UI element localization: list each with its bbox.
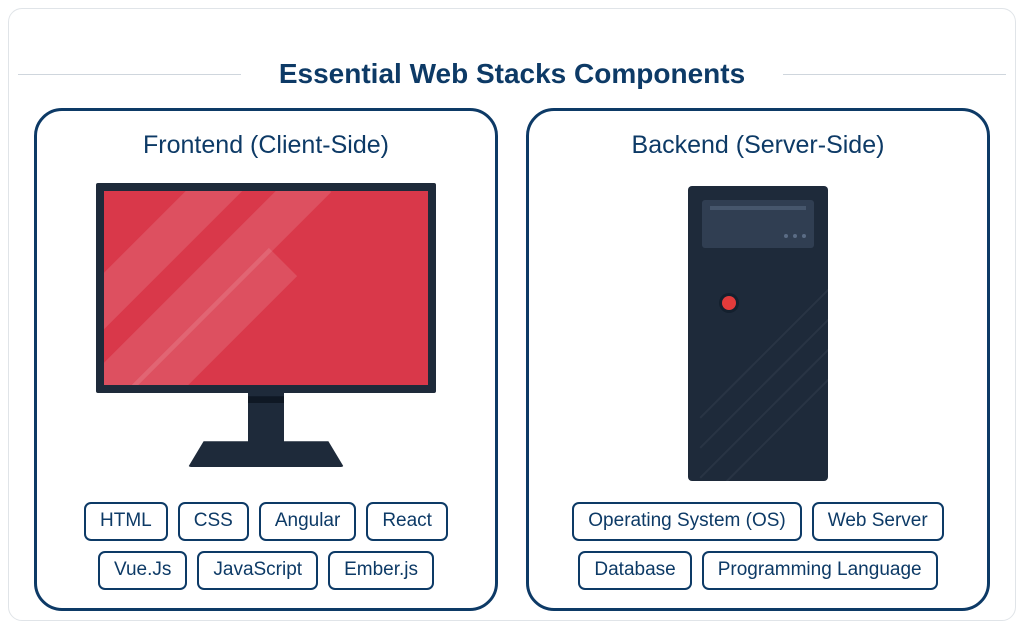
diagram-title: Essential Web Stacks Components <box>259 58 765 90</box>
frontend-tags: HTML CSS Angular React Vue.Js JavaScript… <box>59 502 473 590</box>
tag-emberjs: Ember.js <box>328 551 434 590</box>
backend-heading: Backend (Server-Side) <box>632 131 885 160</box>
tag-os: Operating System (OS) <box>572 502 801 541</box>
tag-javascript: JavaScript <box>197 551 318 590</box>
tag-proglang: Programming Language <box>702 551 938 590</box>
tag-webserver: Web Server <box>812 502 944 541</box>
backend-panel: Backend (Server-Side) Operating System (… <box>526 108 990 611</box>
title-row: Essential Web Stacks Components <box>0 58 1024 90</box>
divider-right <box>783 74 1006 75</box>
backend-illustration <box>551 174 965 492</box>
tag-angular: Angular <box>259 502 357 541</box>
tag-database: Database <box>578 551 691 590</box>
server-tower-icon <box>688 186 828 481</box>
frontend-panel: Frontend (Client-Side) HTML CSS Angular … <box>34 108 498 611</box>
power-led-icon <box>722 296 736 310</box>
panels-container: Frontend (Client-Side) HTML CSS Angular … <box>34 108 990 611</box>
tag-vuejs: Vue.Js <box>98 551 187 590</box>
frontend-heading: Frontend (Client-Side) <box>143 131 389 160</box>
tag-css: CSS <box>178 502 249 541</box>
tag-react: React <box>366 502 448 541</box>
backend-tags: Operating System (OS) Web Server Databas… <box>551 502 965 590</box>
monitor-icon <box>96 183 436 483</box>
frontend-illustration <box>59 174 473 492</box>
divider-left <box>18 74 241 75</box>
tag-html: HTML <box>84 502 168 541</box>
